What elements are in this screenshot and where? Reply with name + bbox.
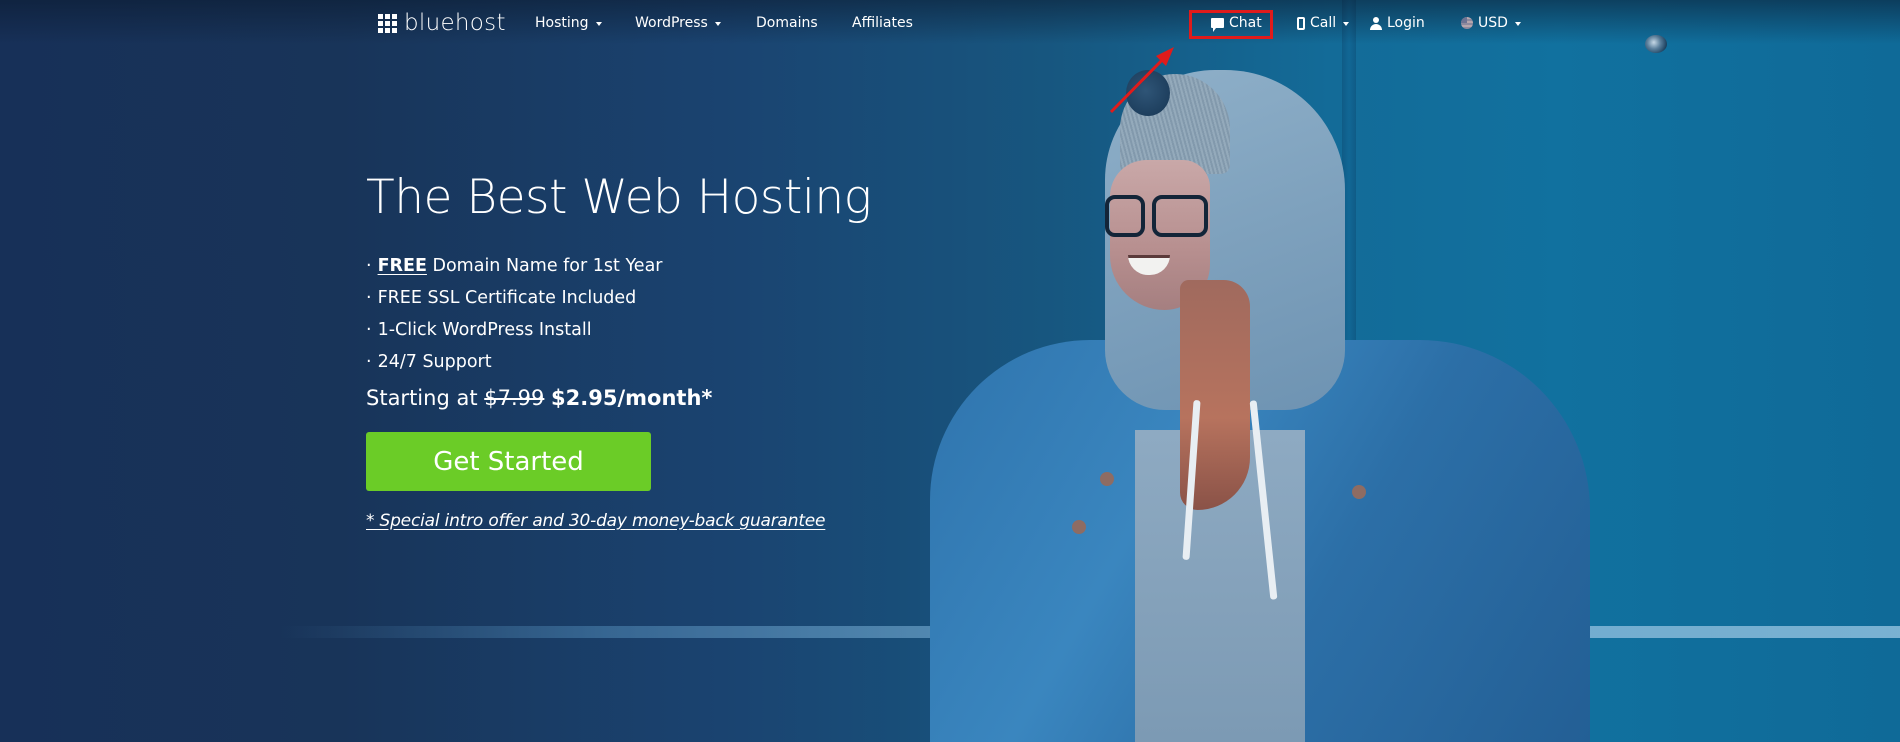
- nav-item-domains[interactable]: Domains: [756, 15, 818, 31]
- old-price: $7.99: [484, 386, 545, 410]
- nav-item-label: Affiliates: [852, 15, 913, 31]
- jacket-button: [1352, 485, 1366, 499]
- get-started-button[interactable]: Get Started: [366, 432, 651, 491]
- feature-text: Domain Name for 1st Year: [426, 256, 663, 276]
- caret-down-icon: [595, 21, 602, 26]
- nav-item-label: WordPress: [635, 15, 708, 31]
- glasses-right-lens: [1152, 195, 1208, 237]
- feature-item: · FREE Domain Name for 1st Year: [366, 250, 926, 282]
- hero-photo-person: [930, 60, 1590, 742]
- pricing-prefix: Starting at: [366, 386, 485, 410]
- nav-item-hosting[interactable]: Hosting: [535, 15, 602, 31]
- grid-icon: [378, 13, 397, 33]
- bullet: ·: [366, 256, 372, 276]
- nav-item-wordpress[interactable]: WordPress: [635, 15, 721, 31]
- nav-item-label: Hosting: [535, 15, 589, 31]
- hero-title: The Best Web Hosting: [366, 170, 872, 225]
- phone-icon: [1297, 16, 1305, 30]
- hero-section: The Best Web Hosting · FREE Domain Name f…: [366, 168, 926, 531]
- top-navigation: bluehost Hosting WordPress Domains Affil…: [0, 0, 1900, 46]
- bullet: ·: [366, 352, 372, 372]
- feature-item: · 1-Click WordPress Install: [366, 314, 926, 346]
- feature-list: · FREE Domain Name for 1st Year · FREE SSL…: [366, 250, 926, 378]
- annotation-arrow: [1109, 47, 1174, 114]
- feature-item: · 24/7 Support: [366, 346, 926, 378]
- nav-item-label: Login: [1387, 15, 1425, 31]
- nav-item-label: Domains: [756, 15, 818, 31]
- feature-text: FREE SSL Certificate Included: [377, 288, 637, 308]
- caret-down-icon: [1514, 21, 1521, 26]
- bullet: ·: [366, 288, 372, 308]
- nav-item-call[interactable]: Call: [1297, 15, 1350, 31]
- logo-text: bluehost: [404, 10, 506, 36]
- user-icon: [1370, 16, 1382, 30]
- new-price: $2.95/month*: [551, 386, 713, 410]
- nav-item-login[interactable]: Login: [1370, 15, 1425, 31]
- currency-selector[interactable]: USD: [1461, 15, 1521, 31]
- us-flag-icon: [1461, 17, 1473, 29]
- arrow-shaft: [1109, 52, 1170, 114]
- bluehost-logo[interactable]: bluehost: [378, 10, 506, 36]
- caret-down-icon: [714, 21, 721, 26]
- feature-emphasis: FREE: [377, 256, 427, 276]
- pricing-line: Starting at $7.99 $2.95/month*: [366, 386, 926, 410]
- nav-item-label: USD: [1478, 15, 1508, 31]
- jacket-button: [1100, 472, 1114, 486]
- nav-item-affiliates[interactable]: Affiliates: [852, 15, 913, 31]
- caret-down-icon: [1343, 21, 1350, 26]
- jacket-button: [1072, 520, 1086, 534]
- feature-text: 24/7 Support: [377, 352, 492, 372]
- nav-item-label: Call: [1310, 15, 1337, 31]
- annotation-highlight-box: [1189, 10, 1273, 39]
- bullet: ·: [366, 320, 372, 340]
- offer-disclaimer-link[interactable]: * Special intro offer and 30-day money-b…: [366, 511, 826, 531]
- glasses-left-lens: [1105, 195, 1145, 237]
- feature-item: · FREE SSL Certificate Included: [366, 282, 926, 314]
- feature-text: 1-Click WordPress Install: [377, 320, 592, 340]
